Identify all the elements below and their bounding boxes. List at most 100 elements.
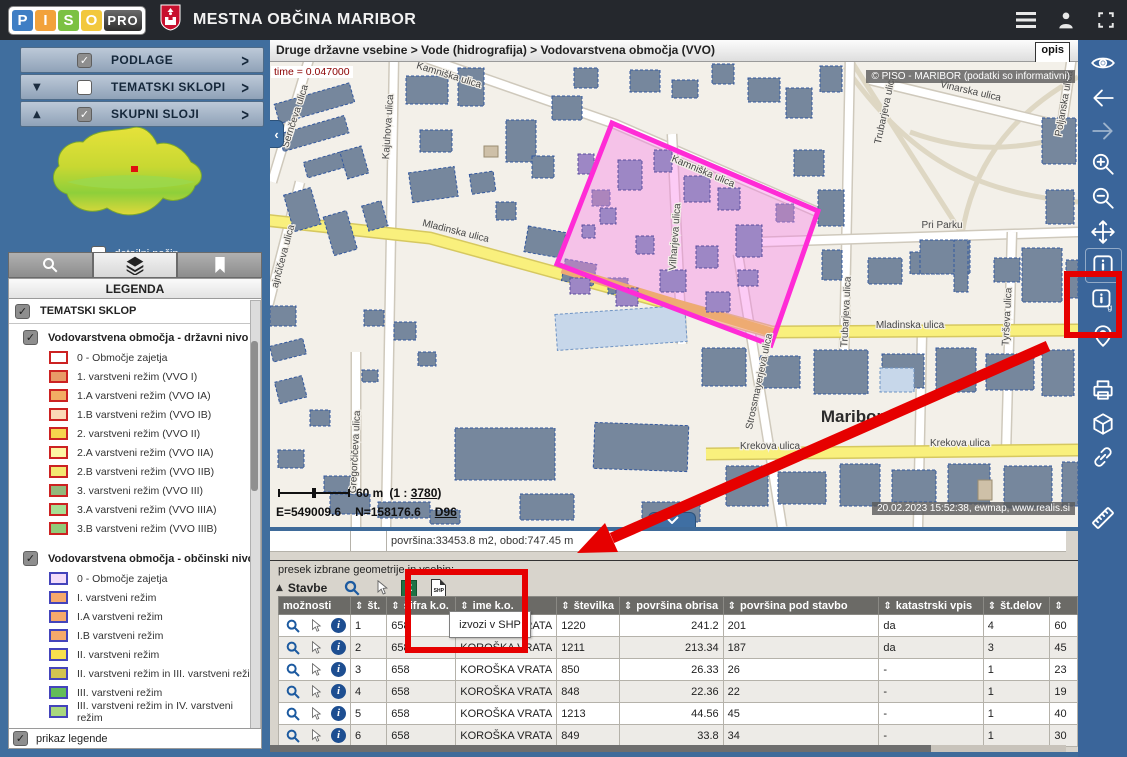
legend-swatch (49, 667, 68, 680)
col-st[interactable]: ⇕št. (351, 597, 387, 615)
collapse-group-icon[interactable]: ▲ (276, 583, 283, 593)
row-info-icon[interactable]: i (331, 618, 346, 633)
col-moznosti[interactable]: možnosti (279, 597, 351, 615)
3d-view-icon[interactable] (1089, 410, 1116, 437)
col-povrsina-obrisa[interactable]: ⇕površina obrisa (619, 597, 723, 615)
row-zoom-icon[interactable] (285, 684, 301, 700)
fullscreen-icon[interactable] (1095, 9, 1117, 31)
row-info-icon[interactable]: i (331, 662, 346, 677)
scale-bar: 60 m (1 : 3780) (278, 486, 441, 500)
row-zoom-icon[interactable] (285, 706, 301, 722)
group-checkbox[interactable]: ✓ (23, 551, 38, 566)
scrollbar-thumb[interactable] (270, 745, 931, 752)
col-st-delov[interactable]: ⇕št.delov (983, 597, 1050, 615)
scrollbar-thumb[interactable] (251, 341, 258, 491)
legend-item: 2.B varstveni režim (VVO IIB) (9, 462, 261, 481)
opis-button[interactable]: opis (1035, 42, 1070, 63)
table-row[interactable]: i 3658KOROŠKA VRATA85026.3326-123 (279, 659, 1078, 681)
zoom-in-icon[interactable] (1089, 150, 1116, 177)
sort-icon: ⇕ (391, 601, 399, 612)
accordion-tematski-sklopi[interactable]: ▼ TEMATSKI SKLOPI > (20, 74, 264, 100)
row-select-icon[interactable] (310, 641, 322, 655)
zoom-out-icon[interactable] (1089, 184, 1116, 211)
row-info-icon[interactable]: i (331, 728, 346, 743)
show-legend-checkbox[interactable]: ✓ (13, 731, 28, 746)
horizontal-scrollbar[interactable] (270, 745, 1066, 752)
svg-text:Pri Parku: Pri Parku (921, 220, 962, 231)
location-pin-icon[interactable] (1089, 322, 1116, 349)
col-katastrski-vpis[interactable]: ⇕katastrski vpis (879, 597, 983, 615)
collapse-sidebar-button[interactable]: ‹ (270, 120, 284, 148)
row-zoom-icon[interactable] (285, 662, 301, 678)
row-select-icon[interactable] (310, 685, 322, 699)
row-zoom-icon[interactable] (285, 618, 301, 634)
table-row[interactable]: i 1658KOROŠKA VRATA1220241.2201da460 (279, 615, 1078, 637)
results-panel: površina:33453.8 m2, obod:747.45 m prese… (270, 531, 1078, 752)
map-toolbar: g (1078, 40, 1127, 757)
link-icon[interactable] (1089, 443, 1116, 470)
svg-text:Mladinska ulica: Mladinska ulica (876, 320, 945, 331)
table-row[interactable]: i 2658KOROŠKA VRATA1211213.34187da345 (279, 637, 1078, 659)
datum-link[interactable]: D96 (435, 505, 457, 519)
legend-swatch (49, 408, 68, 421)
row-select-icon[interactable] (310, 729, 322, 743)
col-povrsina-pod-stavbo[interactable]: ⇕površina pod stavbo (723, 597, 879, 615)
col-clipped[interactable]: ⇕ (1050, 597, 1078, 615)
scale-ratio-link[interactable]: 3780 (411, 486, 438, 500)
municipality-overview-map[interactable] (45, 124, 223, 236)
legend-scrollbar[interactable] (250, 300, 261, 729)
tab-bookmarks[interactable] (177, 252, 262, 278)
sort-icon: ⇕ (624, 601, 632, 612)
export-excel-icon[interactable]: X (401, 580, 417, 597)
group-checkbox[interactable]: ✓ (23, 330, 38, 345)
pan-icon[interactable] (1089, 218, 1116, 245)
piso-logo[interactable]: P I S O PRO (8, 6, 146, 35)
back-arrow-icon[interactable] (1089, 84, 1116, 111)
tab-search[interactable] (8, 252, 93, 278)
eye-icon[interactable] (1089, 49, 1116, 76)
forward-arrow-icon[interactable] (1089, 117, 1116, 144)
expander-icon[interactable]: ▼ (33, 82, 41, 93)
export-shp-icon[interactable]: SHP (431, 579, 446, 597)
geometry-info-row: površina:33453.8 m2, obod:747.45 m (270, 531, 1066, 552)
legend-item: II. varstveni režim (9, 645, 261, 664)
user-icon[interactable] (1055, 9, 1077, 31)
legend-item: 3.A varstveni režim (VVO IIIA) (9, 500, 261, 519)
row-info-icon[interactable]: i (331, 684, 346, 699)
legend-group-label: Vodovarstvena območja - občinski nivo (48, 553, 254, 565)
podlage-checkbox[interactable]: ✓ (77, 53, 92, 68)
row-select-icon[interactable] (310, 707, 322, 721)
legend-swatch (49, 389, 68, 402)
sort-icon: ⇕ (460, 601, 468, 612)
tematski-sklop-checkbox[interactable]: ✓ (15, 304, 30, 319)
tab-layers[interactable] (93, 252, 178, 278)
legend-swatch (49, 503, 68, 516)
row-info-icon[interactable]: i (331, 706, 346, 721)
info-icon[interactable] (1089, 251, 1116, 278)
tematski-checkbox[interactable] (77, 80, 92, 95)
skupni-checkbox[interactable]: ✓ (77, 107, 92, 122)
col-stevilka[interactable]: ⇕številka (557, 597, 620, 615)
measure-icon[interactable] (1089, 504, 1116, 531)
expander-icon[interactable]: ▲ (33, 109, 41, 120)
map-canvas[interactable]: Kajuhova ulica Sernčeva ulica ajnčičeva … (270, 62, 1078, 527)
row-info-icon[interactable]: i (331, 640, 346, 655)
collapse-panel-button[interactable] (648, 512, 696, 527)
legend-item: 2. varstveni režim (VVO II) (9, 424, 261, 443)
table-row[interactable]: i 6658KOROŠKA VRATA84933.834-130 (279, 725, 1078, 747)
row-select-icon[interactable] (310, 619, 322, 633)
row-select-icon[interactable] (310, 663, 322, 677)
accordion-podlage[interactable]: ✓ PODLAGE > (20, 47, 264, 73)
table-row[interactable]: i 4658KOROŠKA VRATA84822.3622-119 (279, 681, 1078, 703)
row-zoom-icon[interactable] (285, 728, 301, 744)
app-header: P I S O PRO MESTNA OBČINA MARIBOR (0, 0, 1127, 40)
row-zoom-icon[interactable] (285, 640, 301, 656)
zoom-to-results-icon[interactable] (343, 579, 361, 597)
table-row[interactable]: i 5658KOROŠKA VRATA121344.5645-140 (279, 703, 1078, 725)
print-icon[interactable] (1089, 376, 1116, 403)
col-sifra-ko[interactable]: ⇕šifra k.o. (387, 597, 456, 615)
menu-icon[interactable] (1015, 9, 1037, 31)
legend-swatch (49, 648, 68, 661)
info-geometry-icon[interactable]: g (1089, 286, 1116, 313)
select-results-icon[interactable] (375, 580, 389, 596)
